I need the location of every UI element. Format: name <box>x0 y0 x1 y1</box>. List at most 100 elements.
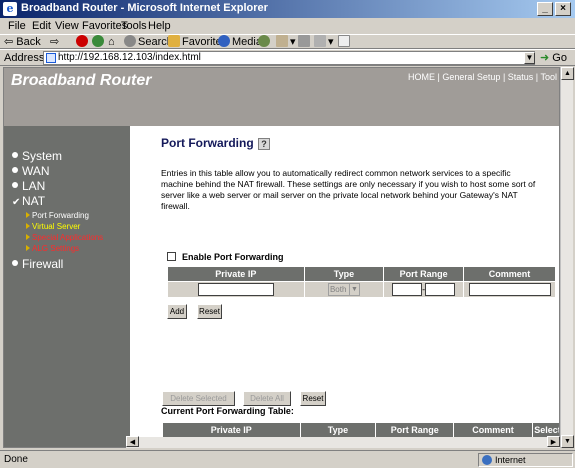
reset-table-button[interactable]: Reset <box>300 391 326 406</box>
col-private-ip: Private IP <box>162 422 301 438</box>
nav-status[interactable]: Status <box>508 72 534 82</box>
go-arrow-icon: ➜ <box>540 52 550 64</box>
title-bar: e Broadband Router - Microsoft Internet … <box>0 0 575 18</box>
nav-home[interactable]: HOME <box>408 72 435 82</box>
arrow-icon <box>26 212 30 218</box>
sidebar-sub-label: Port Forwarding <box>32 211 89 220</box>
sidebar-sub-virtual-server[interactable]: Virtual Server <box>26 222 80 231</box>
menu-help[interactable]: Help <box>148 20 171 32</box>
menu-view[interactable]: View <box>55 20 79 32</box>
cell-comment <box>463 281 556 298</box>
nav-general-setup[interactable]: General Setup <box>442 72 500 82</box>
security-zone: Internet <box>478 453 573 467</box>
sidebar-item-lan[interactable]: LAN <box>12 179 45 193</box>
sidebar-sub-alg-settings[interactable]: ALG Settings <box>26 244 79 253</box>
vertical-scrollbar[interactable]: ▲ ▼ <box>560 67 574 448</box>
media-button[interactable]: Media <box>218 35 262 49</box>
add-button[interactable]: Add <box>167 304 187 319</box>
enable-checkbox[interactable] <box>167 252 176 261</box>
type-select[interactable]: Both ▼ <box>327 283 360 296</box>
menu-edit[interactable]: Edit <box>32 20 51 32</box>
description: Entries in this table allow you to autom… <box>161 168 536 211</box>
sidebar-sub-label: ALG Settings <box>32 244 80 253</box>
bullet-icon <box>12 260 18 266</box>
cell-port-range: - <box>383 281 465 298</box>
cell-private-ip <box>167 281 305 298</box>
home-icon[interactable]: ⌂ <box>108 35 115 49</box>
history-icon[interactable] <box>258 35 272 49</box>
scroll-right-icon[interactable]: ▶ <box>547 436 560 447</box>
refresh-icon[interactable] <box>92 35 106 49</box>
window-title: Broadband Router - Microsoft Internet Ex… <box>21 2 268 14</box>
cell-type: Both ▼ <box>303 281 385 298</box>
port-end-input[interactable] <box>425 283 456 296</box>
search-button[interactable]: Search <box>124 35 173 49</box>
stop-icon[interactable] <box>76 35 90 49</box>
entry-table: Private IP Type Port Range Comment Both ▼… <box>167 266 556 298</box>
nav-tool[interactable]: Tool <box>540 72 557 82</box>
chevron-down-icon: ▼ <box>348 284 359 295</box>
sidebar: System WAN LAN ✔ NAT Port Forwarding Virt… <box>4 126 130 447</box>
sidebar-sub-port-forwarding[interactable]: Port Forwarding <box>26 211 89 220</box>
arrow-icon <box>26 223 30 229</box>
reset-button[interactable]: Reset <box>197 304 222 319</box>
back-button[interactable]: ⇦ Back <box>4 35 41 49</box>
brand-title: Broadband Router <box>11 72 152 89</box>
search-icon <box>124 35 136 47</box>
enable-port-forwarding: Enable Port Forwarding <box>167 252 284 262</box>
media-icon <box>218 35 230 47</box>
horizontal-scrollbar[interactable]: ◀ ▶ <box>126 436 560 448</box>
arrow-icon <box>26 245 30 251</box>
help-icon[interactable]: ? <box>258 138 270 150</box>
edit-icon[interactable]: ▾ <box>314 35 334 49</box>
delete-all-button[interactable]: Delete All <box>243 391 291 406</box>
menu-tools[interactable]: Tools <box>121 20 147 32</box>
type-value: Both <box>329 285 347 294</box>
back-label: Back <box>16 36 41 48</box>
minimize-button[interactable]: _ <box>537 2 553 16</box>
sidebar-label: System <box>22 149 63 163</box>
globe-icon <box>482 455 492 465</box>
sidebar-sub-special-applications[interactable]: Special Applications <box>26 233 103 242</box>
address-input[interactable]: http://192.168.12.103/index.html <box>43 51 535 65</box>
ie-logo-icon: e <box>3 2 17 16</box>
go-label: Go <box>552 52 567 64</box>
bullet-icon <box>12 152 18 158</box>
sidebar-label: LAN <box>22 179 46 193</box>
favorites-icon <box>168 35 180 47</box>
col-comment: Comment <box>463 266 556 282</box>
checkmark-icon: ✔ <box>12 197 21 208</box>
sidebar-item-firewall[interactable]: Firewall <box>12 257 63 271</box>
col-type: Type <box>303 266 385 282</box>
print-icon[interactable] <box>298 35 312 49</box>
comment-input[interactable] <box>468 283 551 296</box>
address-dropdown-icon[interactable]: ▼ <box>524 52 535 64</box>
address-label: Address <box>4 52 45 64</box>
port-start-input[interactable] <box>392 283 423 296</box>
status-text: Done <box>4 454 28 465</box>
close-button[interactable]: × <box>555 2 571 16</box>
sidebar-item-system[interactable]: System <box>12 149 62 163</box>
current-table-title: Current Port Forwarding Table: <box>161 406 294 416</box>
sidebar-sub-label: Special Applications <box>32 233 104 242</box>
go-button[interactable]: ➜ Go <box>540 51 567 64</box>
scroll-left-icon[interactable]: ◀ <box>126 436 139 447</box>
forward-button[interactable]: ⇨ <box>50 35 59 49</box>
sidebar-item-wan[interactable]: WAN <box>12 164 50 178</box>
delete-selected-button[interactable]: Delete Selected <box>162 391 235 406</box>
discuss-icon[interactable] <box>338 35 352 49</box>
col-comment: Comment <box>453 422 533 438</box>
menu-file[interactable]: File <box>8 20 26 32</box>
scroll-down-icon[interactable]: ▼ <box>561 435 574 448</box>
page-header: Broadband Router HOME | General Setup | … <box>4 68 559 126</box>
sidebar-label: NAT <box>22 194 46 208</box>
address-url: http://192.168.12.103/index.html <box>58 52 201 63</box>
col-private-ip: Private IP <box>167 266 305 282</box>
address-bar: Address http://192.168.12.103/index.html… <box>0 49 575 66</box>
sidebar-label: Firewall <box>22 257 64 271</box>
scroll-up-icon[interactable]: ▲ <box>561 67 574 80</box>
private-ip-input[interactable] <box>197 283 274 296</box>
sidebar-item-nat[interactable]: ✔ NAT <box>12 194 45 208</box>
mail-icon[interactable]: ▾ <box>276 35 296 49</box>
sidebar-sub-label: Virtual Server <box>32 222 81 231</box>
